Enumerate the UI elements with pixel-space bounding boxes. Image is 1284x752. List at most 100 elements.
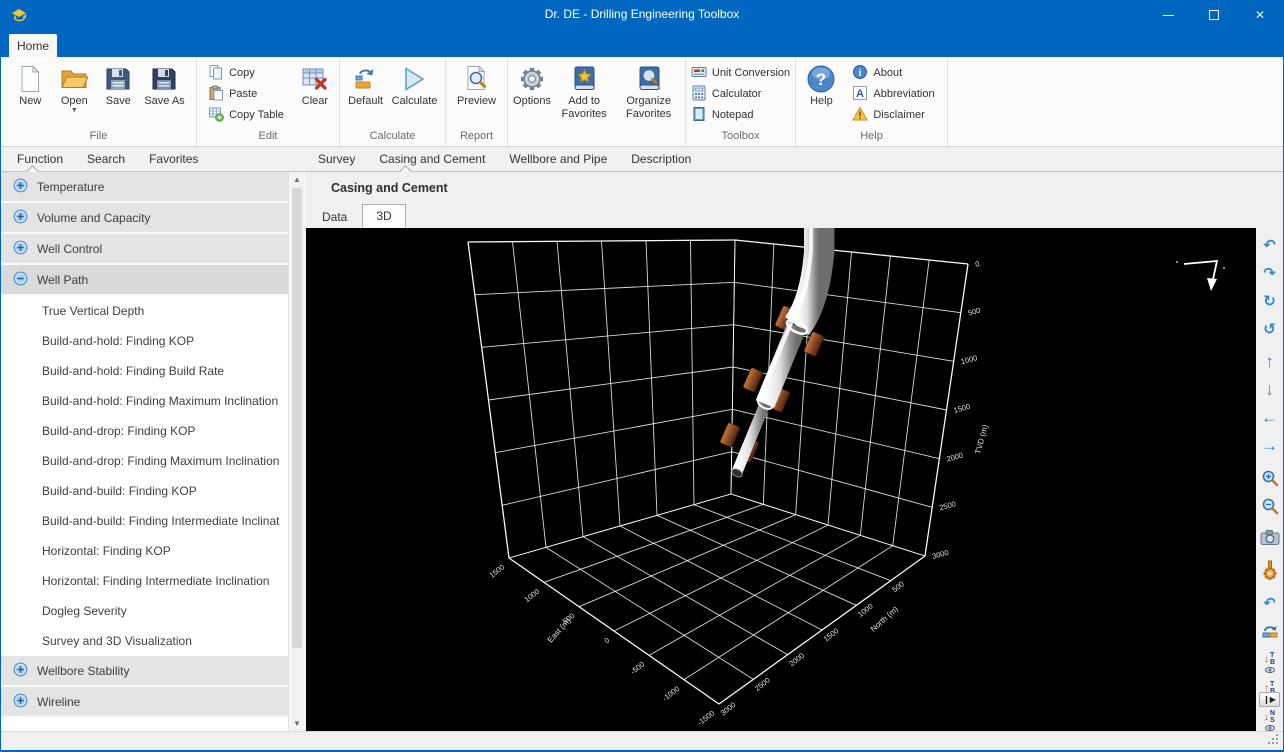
close-button[interactable]: ✕ <box>1237 0 1283 30</box>
tab-data[interactable]: Data <box>309 206 360 228</box>
collapse-toolbar-button[interactable]: ❙▶ <box>1259 692 1280 707</box>
scroll-down-icon[interactable]: ▼ <box>290 716 304 731</box>
expand-plus-icon <box>13 662 28 680</box>
sidebar-item-dogleg-severity[interactable]: Dogleg Severity <box>1 596 288 626</box>
nav-tab-wellbore-and-pipe[interactable]: Wellbore and Pipe <box>497 147 619 171</box>
ribbon-button-copy-table[interactable]: Copy Table <box>203 106 289 125</box>
default-view-icon[interactable] <box>1259 623 1281 639</box>
sidebar-item-build-and-drop-finding-kop[interactable]: Build-and-drop: Finding KOP <box>1 416 288 446</box>
ribbon-button-copy[interactable]: Copy <box>203 64 289 83</box>
resize-grip[interactable] <box>1276 742 1278 744</box>
new-document-icon <box>16 63 44 95</box>
sidebar-scrollbar[interactable]: ▲ ▼ <box>290 172 304 731</box>
abbreviation-icon: A <box>852 85 868 104</box>
sidebar-item-horizontal-finding-kop[interactable]: Horizontal: Finding KOP <box>1 536 288 566</box>
rotate-up-icon[interactable]: ↺ <box>1259 321 1281 339</box>
ribbon-button-calculator[interactable]: Calculator <box>686 85 795 104</box>
east-axis-tick: -500 <box>629 660 646 676</box>
ribbon-group-edit: CopyPasteCopy TableClearEdit <box>197 57 340 146</box>
sidebar-item-build-and-build-finding-kop[interactable]: Build-and-build: Finding KOP <box>1 476 288 506</box>
nav-tab-favorites[interactable]: Favorites <box>137 147 210 171</box>
orientation-indicator <box>1176 261 1225 291</box>
pan-left-icon[interactable]: ← <box>1259 409 1281 427</box>
sidebar-item-horizontal-finding-intermediate-inclination[interactable]: Horizontal: Finding Intermediate Inclina… <box>1 566 288 596</box>
east-axis-title: East (m) <box>546 616 573 645</box>
tvd-axis-tick: 1500 <box>953 402 971 415</box>
sidebar-category-wireline[interactable]: Wireline <box>1 687 288 718</box>
ribbon-button-options[interactable]: Options <box>510 59 554 129</box>
scroll-up-icon[interactable]: ▲ <box>290 172 304 187</box>
view-north-icon[interactable]: ↓NS <box>1264 710 1275 731</box>
sidebar-item-build-and-hold-finding-maximum-inclination[interactable]: Build-and-hold: Finding Maximum Inclinat… <box>1 386 288 416</box>
ribbon-button-open[interactable]: Open▼ <box>52 59 96 129</box>
view-top-icon[interactable]: ↓TB <box>1264 652 1275 673</box>
ribbon-button-default[interactable]: Default <box>344 59 388 129</box>
tab-3d[interactable]: 3D <box>362 204 405 228</box>
zoom-in-icon[interactable] <box>1259 469 1281 487</box>
default-reset-icon <box>352 63 380 95</box>
ribbon-button-abbreviation[interactable]: AAbbreviation <box>847 85 939 104</box>
ribbon-button-paste[interactable]: Paste <box>203 85 289 104</box>
east-axis-tick: -1000 <box>661 684 682 703</box>
svg-text:A: A <box>856 88 864 100</box>
3d-viewport[interactable]: 050010001500200025003000150010005000-500… <box>306 228 1257 731</box>
east-axis-tick: 0 <box>602 635 611 645</box>
minimize-button[interactable] <box>1145 0 1191 30</box>
ribbon-button-disclaimer[interactable]: Disclaimer <box>847 106 939 125</box>
sidebar-category-well-path[interactable]: Well Path <box>1 265 288 296</box>
ribbon-group-favorites: OptionsAdd to FavoritesOrganize Favorite… <box>508 57 686 146</box>
sidebar-item-survey-and-3d-visualization[interactable]: Survey and 3D Visualization <box>1 626 288 656</box>
ribbon-group-help: ?HelpiAboutAAbbreviationDisclaimerHelp <box>796 57 948 146</box>
ribbon-button-save[interactable]: Save <box>96 59 140 129</box>
pan-down-icon[interactable]: ↓ <box>1259 381 1281 399</box>
ribbon-button-organize-favorites[interactable]: Organize Favorites <box>614 59 683 129</box>
ribbon-button-unit-conversion[interactable]: Unit Conversion <box>686 64 795 83</box>
nav-tab-survey[interactable]: Survey <box>306 147 367 171</box>
sidebar-category-wellbore-stability[interactable]: Wellbore Stability <box>1 656 288 687</box>
tab-home[interactable]: Home <box>9 34 57 57</box>
nav-tab-casing-and-cement[interactable]: Casing and Cement <box>367 147 497 171</box>
sidebar-item-build-and-hold-finding-kop[interactable]: Build-and-hold: Finding KOP <box>1 326 288 356</box>
ribbon-button-save-as[interactable]: Save As <box>140 59 188 129</box>
rotate-right-icon[interactable]: ↷ <box>1259 265 1281 283</box>
reset-view-icon[interactable]: ↶ <box>1259 595 1281 613</box>
about-icon: i <box>852 64 868 83</box>
svg-text:?: ? <box>816 70 826 89</box>
tvd-axis-title: TVD (m) <box>973 423 990 455</box>
ribbon-button-about[interactable]: iAbout <box>847 64 939 83</box>
options-gear-icon <box>518 63 546 95</box>
sidebar-item-build-and-build-finding-intermediate-inclinat[interactable]: Build-and-build: Finding Intermediate In… <box>1 506 288 536</box>
zoom-out-icon[interactable] <box>1259 497 1281 515</box>
sidebar-item-build-and-hold-finding-build-rate[interactable]: Build-and-hold: Finding Build Rate <box>1 356 288 386</box>
nav-tab-description[interactable]: Description <box>619 147 703 171</box>
ribbon-button-notepad[interactable]: Notepad <box>686 106 795 125</box>
ribbon-button-clear[interactable]: Clear <box>293 59 337 129</box>
ribbon-button-help[interactable]: ?Help <box>799 59 843 129</box>
rotate-down-icon[interactable]: ↻ <box>1259 293 1281 311</box>
tvd-axis-tick: 1000 <box>960 353 978 366</box>
pan-right-icon[interactable]: → <box>1259 437 1281 455</box>
calculate-play-icon <box>400 63 428 95</box>
sidebar-category-volume-and-capacity[interactable]: Volume and Capacity <box>1 203 288 234</box>
nav-tab-function[interactable]: Function <box>5 147 75 171</box>
rotate-left-icon[interactable]: ↶ <box>1259 237 1281 255</box>
snapshot-camera-icon[interactable] <box>1259 529 1281 546</box>
ribbon-button-add-to-favorites[interactable]: Add to Favorites <box>554 59 614 129</box>
organize-favorites-icon <box>635 63 663 95</box>
save-icon <box>104 63 132 95</box>
ribbon-tab-row: Home <box>1 30 1283 57</box>
rotate-3d-gear-icon[interactable] <box>1259 560 1281 581</box>
ribbon-button-calculate[interactable]: Calculate <box>388 59 442 129</box>
nav-tab-search[interactable]: Search <box>75 147 137 171</box>
sidebar-category-temperature[interactable]: Temperature <box>1 172 288 203</box>
ribbon-button-new[interactable]: New <box>8 59 52 129</box>
sidebar-item-true-vertical-depth[interactable]: True Vertical Depth <box>1 296 288 326</box>
sidebar-category-well-control[interactable]: Well Control <box>1 234 288 265</box>
notepad-icon <box>691 106 707 125</box>
ribbon-button-preview[interactable]: Preview <box>453 59 500 129</box>
sidebar-item-build-and-drop-finding-maximum-inclination[interactable]: Build-and-drop: Finding Maximum Inclinat… <box>1 446 288 476</box>
maximize-button[interactable] <box>1191 0 1237 30</box>
disclaimer-icon <box>852 106 868 125</box>
pan-up-icon[interactable]: ↑ <box>1259 353 1281 371</box>
scrollbar-thumb[interactable] <box>292 188 302 648</box>
